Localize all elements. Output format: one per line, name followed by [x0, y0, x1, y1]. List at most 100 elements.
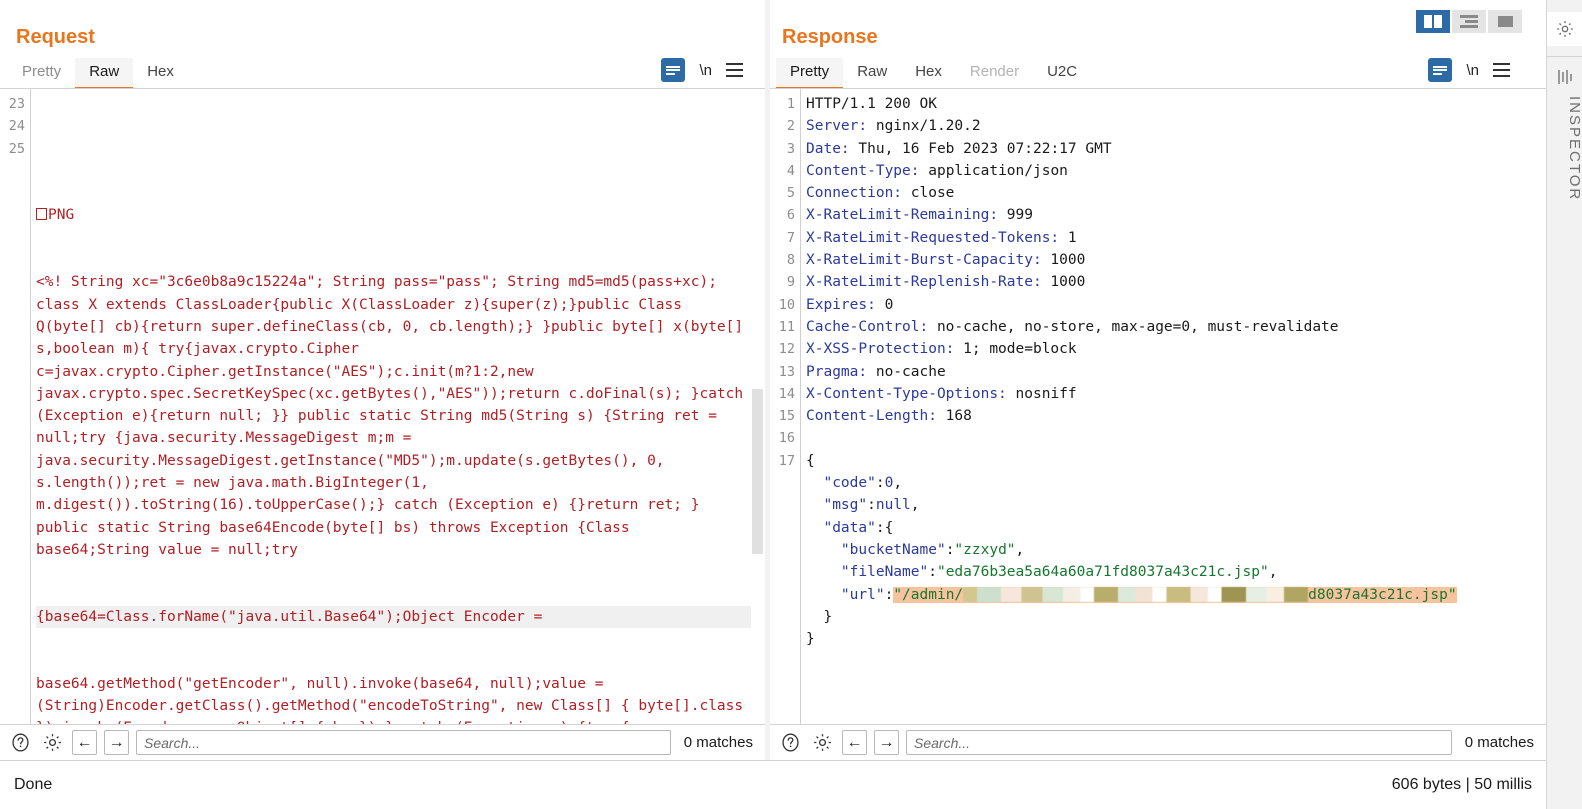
header-name: Connection:	[806, 185, 903, 202]
request-body-highlighted-line: {base64=Class.forName("java.util.Base64"…	[36, 605, 751, 629]
header-name: X-RateLimit-Remaining:	[806, 207, 999, 224]
search-next-button[interactable]: →	[104, 730, 129, 755]
line-number: 7	[786, 229, 795, 246]
request-search-bar: ← → 0 matches	[0, 724, 765, 760]
json-bucketname-row: "bucketName":"zzxyd",	[806, 539, 1532, 561]
line-number: 6	[786, 207, 795, 224]
redacted-url-segment	[963, 586, 1309, 602]
tab-response-pretty[interactable]: Pretty	[776, 58, 844, 90]
word-wrap-icon[interactable]	[661, 58, 686, 82]
request-scrollbar-thumb[interactable]	[752, 389, 763, 554]
tab-request-raw[interactable]: Raw	[75, 58, 134, 90]
json-comma: ,	[1268, 564, 1278, 581]
inspector-rail: INSPECTOR	[1546, 0, 1582, 809]
request-match-count: 0 matches	[683, 734, 753, 751]
request-tool-icons: \n	[661, 58, 743, 82]
response-header-row: Server: nginx/1.20.2	[806, 115, 1532, 137]
request-body-content[interactable]: PNG <%! String xc="3c6e0b8a9c15224a"; St…	[36, 89, 751, 724]
header-value: 168	[936, 408, 972, 425]
header-value: Thu, 16 Feb 2023 07:22:17 GMT	[849, 140, 1112, 157]
line-number: 9	[786, 274, 795, 291]
response-editor[interactable]: 1 2 3 4 5 6 7 8 9 10 11 12 13 14 15 16 17 HTTP/1.1 200 O…	[770, 88, 1546, 724]
request-body-text: <%! String xc="3c6e0b8a9c15224a"; String…	[36, 274, 752, 558]
line-number: 14	[778, 385, 795, 402]
response-header-row: Date: Thu, 16 Feb 2023 07:22:17 GMT	[806, 138, 1532, 160]
tab-response-render: Render	[969, 63, 1020, 80]
search-settings-gear-icon[interactable]	[810, 730, 835, 755]
newline-toggle-icon[interactable]: \n	[1466, 62, 1479, 79]
status-metrics: 606 bytes | 50 millis	[1391, 776, 1532, 793]
line-number: 10	[778, 296, 795, 313]
response-header-row: Pragma: no-cache	[806, 361, 1532, 383]
response-header-row: Expires: 0	[806, 294, 1532, 316]
response-tool-icons: \n	[1428, 58, 1510, 82]
search-next-button[interactable]: →	[874, 730, 899, 755]
response-header-row: X-RateLimit-Burst-Capacity: 1000	[806, 249, 1532, 271]
header-value: 1000	[1041, 274, 1086, 291]
help-icon[interactable]	[8, 730, 33, 755]
response-body-content[interactable]: HTTP/1.1 200 OK Server: nginx/1.20.2 Date:…	[806, 89, 1532, 724]
json-data-row: "data":{	[806, 517, 1532, 539]
newline-toggle-icon[interactable]: \n	[699, 62, 712, 79]
inspector-label[interactable]: INSPECTOR	[1547, 96, 1582, 201]
burp-repeater-window: INSPECTOR Request Pretty Raw Hex \n 23 2…	[0, 0, 1582, 809]
json-close-inner: }	[806, 606, 1532, 628]
header-value: 999	[998, 207, 1033, 224]
gutter-separator	[800, 89, 801, 724]
json-brace: }	[806, 608, 833, 625]
json-brace: }	[806, 631, 815, 648]
search-prev-button[interactable]: ←	[842, 730, 867, 755]
response-header-row: X-Content-Type-Options: nosniff	[806, 383, 1532, 405]
hamburger-menu-icon[interactable]	[726, 61, 743, 79]
hamburger-menu-icon[interactable]	[1493, 61, 1510, 79]
json-key-filename: "fileName"	[806, 564, 929, 581]
line-number: 24	[8, 118, 25, 135]
png-magic-byte-box-icon	[36, 208, 47, 221]
header-name: X-RateLimit-Burst-Capacity:	[806, 252, 1042, 269]
request-tabs: Pretty Raw Hex	[8, 58, 188, 90]
line-number: 12	[778, 341, 795, 358]
header-name: X-XSS-Protection:	[806, 341, 955, 358]
help-icon[interactable]	[778, 730, 803, 755]
tab-response-u2c[interactable]: U2C	[1033, 58, 1091, 90]
response-header-row: X-RateLimit-Requested-Tokens: 1	[806, 227, 1532, 249]
line-number: 17	[778, 452, 795, 469]
json-colon: :	[884, 586, 894, 603]
header-value: 1	[1059, 229, 1077, 246]
line-number: 5	[786, 185, 795, 202]
response-line-gutter: 1 2 3 4 5 6 7 8 9 10 11 12 13 14 15 16 17	[770, 89, 800, 724]
request-title: Request	[16, 26, 95, 48]
json-url-suffix: d8037a43c21c.jsp"	[1308, 586, 1457, 603]
json-comma: ,	[893, 475, 903, 492]
tab-request-pretty[interactable]: Pretty	[8, 58, 75, 90]
line-number: 4	[786, 162, 795, 179]
search-settings-gear-icon[interactable]	[40, 730, 65, 755]
response-header-row: Content-Length: 168	[806, 405, 1532, 427]
header-name: X-RateLimit-Replenish-Rate:	[806, 274, 1042, 291]
settings-gear-button[interactable]	[1547, 12, 1582, 46]
line-number: 1	[786, 96, 795, 112]
request-pane: Request Pretty Raw Hex \n 23 24 25 PNG <…	[0, 0, 765, 760]
response-header-row: Cache-Control: no-cache, no-store, max-a…	[806, 316, 1532, 338]
header-value: no-cache, no-store, max-age=0, must-reva…	[928, 318, 1339, 335]
header-name: Server:	[806, 118, 868, 135]
request-body-after-text: base64.getMethod("getEncoder", null).inv…	[36, 675, 744, 724]
header-value: 1; mode=block	[954, 341, 1077, 358]
tab-response-hex[interactable]: Hex	[901, 58, 956, 90]
header-name: Date:	[806, 140, 850, 157]
json-key-url: "url"	[806, 586, 885, 603]
gutter-separator	[30, 89, 31, 724]
response-header-row: X-XSS-Protection: 1; mode=block	[806, 338, 1532, 360]
request-search-input[interactable]	[136, 730, 671, 755]
json-key-msg: "msg"	[806, 497, 868, 514]
word-wrap-icon[interactable]	[1428, 58, 1453, 82]
response-header-row: Connection: close	[806, 182, 1532, 204]
tab-response-raw[interactable]: Raw	[843, 58, 901, 90]
response-search-input[interactable]	[906, 730, 1452, 755]
status-line-text: HTTP/1.1 200 OK	[806, 96, 937, 112]
tab-request-hex[interactable]: Hex	[133, 58, 188, 90]
search-prev-button[interactable]: ←	[72, 730, 97, 755]
request-editor[interactable]: 23 24 25 PNG <%! String xc="3c6e0b8a9c15…	[0, 88, 765, 724]
line-number: 16	[778, 430, 795, 447]
request-line-25: <%! String xc="3c6e0b8a9c15224a"; String…	[36, 271, 751, 561]
